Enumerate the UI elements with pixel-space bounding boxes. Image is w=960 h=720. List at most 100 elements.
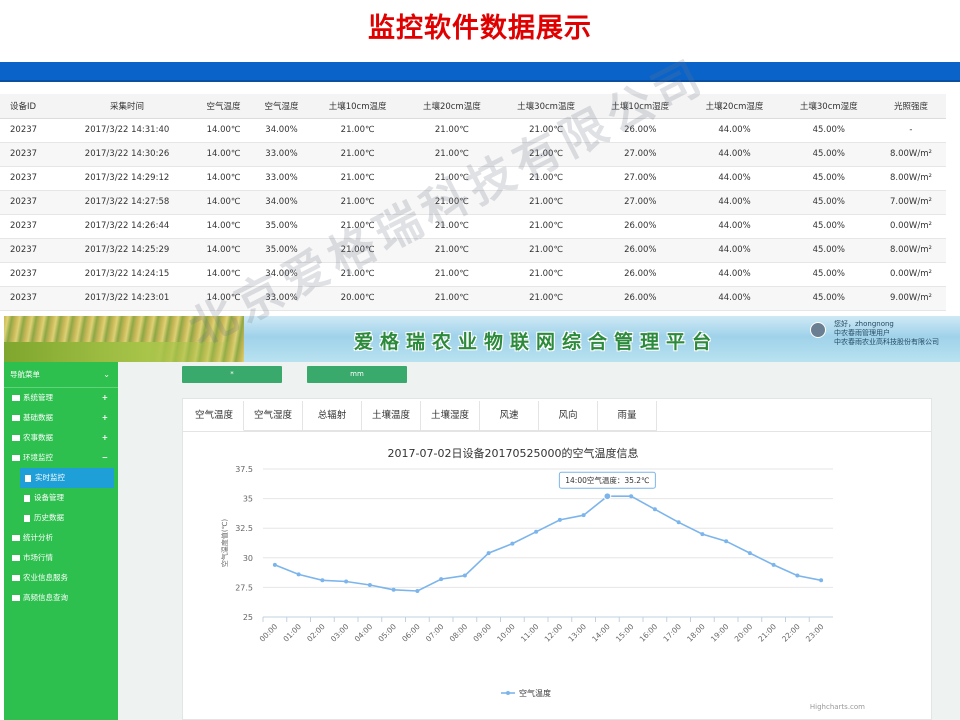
sidebar-item-label: 系统管理: [23, 393, 53, 402]
table-cell: 2017/3/22 14:27:58: [59, 190, 195, 215]
sidebar-header[interactable]: 导航菜单 ⌄: [4, 362, 118, 388]
table-cell: 44.00%: [687, 166, 782, 191]
data-point: [415, 588, 420, 593]
table-row: 20237 2017/3/22 14:25:29 14.00℃ 35.00% 21.00…: [0, 238, 946, 263]
table-cell: 21.00℃: [404, 166, 499, 191]
x-tick-label: 07:00: [424, 622, 446, 644]
user-role: 中农春雨管理用户: [834, 329, 890, 337]
wheat-image-lower: [4, 342, 244, 362]
slide-title: 监控软件数据展示: [368, 13, 592, 44]
sidebar-item[interactable]: 环境监控 −: [4, 448, 118, 468]
table-cell: 20237: [0, 118, 60, 143]
sidebar-item[interactable]: 基础数据 +: [4, 408, 118, 428]
table-cell: -: [875, 118, 946, 143]
data-point: [676, 520, 681, 525]
table-cell: 21.00℃: [498, 214, 594, 239]
column-header: 土壤10cm温度: [310, 94, 405, 119]
expand-icon[interactable]: +: [102, 428, 108, 448]
x-tick-label: 02:00: [305, 622, 327, 644]
sidebar-item[interactable]: 市场行情: [4, 548, 118, 568]
tab-item[interactable]: 风向: [539, 401, 598, 431]
control-button-2[interactable]: mm: [307, 366, 407, 383]
table-cell: 21.00℃: [404, 142, 499, 167]
table-cell: 21.00℃: [310, 214, 405, 239]
table-cell: 14.00℃: [194, 262, 253, 287]
data-point: [367, 583, 372, 588]
table-cell: 2017/3/22 14:26:44: [59, 214, 195, 239]
table-cell: 34.00%: [252, 118, 311, 143]
sidebar-item-label: 高频信息查询: [23, 593, 68, 602]
tab-item[interactable]: 土壤温度: [362, 401, 421, 431]
document-icon: [24, 494, 30, 502]
tab-item[interactable]: 雨量: [598, 401, 657, 431]
table-cell: 21.00℃: [310, 142, 405, 167]
expand-icon[interactable]: +: [102, 388, 108, 408]
chart-icon: [12, 455, 20, 461]
sidebar-item[interactable]: 统计分析: [4, 528, 118, 548]
data-point: [581, 513, 586, 518]
sidebar-item-label: 基础数据: [23, 413, 53, 422]
tab-item[interactable]: 空气温度: [185, 401, 244, 431]
data-point: [534, 529, 539, 534]
x-tick-label: 05:00: [376, 622, 398, 644]
data-point: [700, 532, 705, 537]
control-button-1[interactable]: *: [182, 366, 282, 383]
table-cell: 45.00%: [781, 238, 876, 263]
data-point: [391, 587, 396, 592]
data-point: [603, 492, 612, 501]
tab-item[interactable]: 空气湿度: [244, 401, 303, 431]
table-cell: 21.00℃: [404, 262, 499, 287]
y-tick-label: 35: [243, 495, 253, 504]
sidebar-subitem[interactable]: 设备管理: [4, 488, 118, 508]
expand-icon[interactable]: −: [102, 448, 108, 468]
avatar[interactable]: [810, 322, 826, 338]
data-point: [439, 577, 444, 582]
x-tick-label: 19:00: [709, 622, 731, 644]
chart-panel: 空气温度 空气湿度 总辐射 土壤温度 土壤湿度 风速 风向 雨量 2017-07-02日设备2…: [182, 398, 932, 720]
table-cell: 45.00%: [781, 118, 876, 143]
sidebar-item[interactable]: 系统管理 +: [4, 388, 118, 408]
tab-item[interactable]: 总辐射: [303, 401, 362, 431]
tab-item[interactable]: 土壤湿度: [421, 401, 480, 431]
sidebar: 导航菜单 ⌄ 系统管理 + 基础数据 + 农事数据 + 环境监控 − 实时监控 设备管理 历史数据…: [4, 362, 118, 720]
data-point: [510, 541, 515, 546]
table-cell: 20237: [0, 286, 60, 311]
sidebar-subitem[interactable]: 历史数据: [4, 508, 118, 528]
table-cell: 44.00%: [687, 238, 782, 263]
table-cell: 2017/3/22 14:23:01: [59, 286, 195, 311]
table-cell: 0.00W/m²: [875, 214, 946, 239]
document-icon: [25, 474, 31, 482]
sidebar-item[interactable]: 农业信息服务: [4, 568, 118, 588]
y-tick-label: 30: [243, 554, 253, 563]
table-cell: 2017/3/22 14:25:29: [59, 238, 195, 263]
column-header: 空气湿度: [252, 94, 311, 119]
tab-divider: [183, 431, 931, 432]
sidebar-item[interactable]: 高频信息查询: [4, 588, 118, 608]
table-cell: 21.00℃: [404, 238, 499, 263]
sidebar-item-label: 统计分析: [23, 533, 53, 542]
data-point: [320, 578, 325, 583]
sensor-data-table: 设备ID 采集时间 空气温度 空气湿度 土壤10cm温度 土壤20cm温度 土壤30cm温度…: [0, 94, 946, 311]
table-cell: 44.00%: [687, 214, 782, 239]
table-row: 20237 2017/3/22 14:27:58 14.00℃ 34.00% 21.00…: [0, 190, 946, 215]
table-cell: 21.00℃: [404, 286, 499, 311]
table-cell: 2017/3/22 14:29:12: [59, 166, 195, 191]
chevron-down-icon[interactable]: ⌄: [103, 362, 110, 388]
table-cell: 33.00%: [252, 286, 311, 311]
table-cell: 45.00%: [781, 190, 876, 215]
sidebar-subitem[interactable]: 实时监控: [20, 468, 114, 488]
table-cell: 26.00%: [593, 118, 688, 143]
table-row: 20237 2017/3/22 14:29:12 14.00℃ 33.00% 21.00…: [0, 166, 946, 191]
expand-icon[interactable]: +: [102, 408, 108, 428]
sidebar-item[interactable]: 农事数据 +: [4, 428, 118, 448]
y-tick-label: 37.5: [235, 465, 253, 474]
tab-item[interactable]: 风速: [480, 401, 539, 431]
table-cell: 2017/3/22 14:24:15: [59, 262, 195, 287]
table-cell: 26.00%: [593, 238, 688, 263]
folder-icon: [12, 575, 20, 581]
table-cell: 21.00℃: [310, 118, 405, 143]
chart-title: 2017-07-02日设备20170525000的空气温度信息: [388, 446, 639, 460]
user-greeting: 您好，zhongnong: [834, 320, 894, 328]
folder-icon: [12, 595, 20, 601]
data-point: [747, 551, 752, 556]
